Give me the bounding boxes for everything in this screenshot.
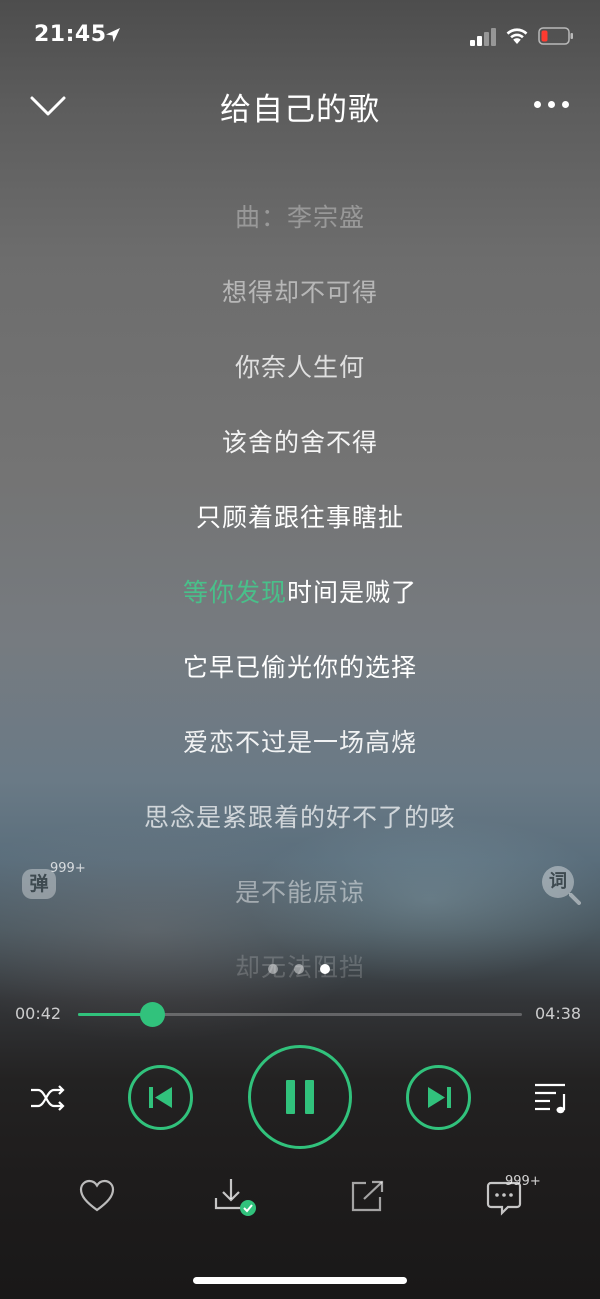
lyric-line: 只顾着跟往事瞎扯 [195, 503, 404, 532]
skip-next-icon [428, 1087, 451, 1108]
playlist-icon[interactable] [532, 1080, 572, 1116]
magnifier-handle-icon [569, 893, 581, 905]
song-title: 给自己的歌 [220, 92, 380, 128]
previous-button[interactable] [128, 1065, 193, 1130]
lyric-line: 想得却不可得 [221, 278, 378, 307]
wifi-icon [506, 28, 528, 44]
lyric-line: 思念是紧跟着的好不了的咳 [143, 803, 456, 832]
home-indicator[interactable] [193, 1277, 407, 1284]
danmu-button[interactable]: 弹 999+ [22, 861, 86, 905]
page-indicator[interactable] [268, 964, 334, 976]
share-icon[interactable] [350, 1179, 386, 1213]
lyric-line: 你奈人生何 [234, 353, 365, 382]
cellular-signal-icon [470, 28, 496, 46]
comment-count-badge: 999+ [505, 1174, 541, 1189]
danmu-count-badge: 999+ [50, 861, 86, 876]
lyric-line: 该舍的舍不得 [221, 428, 378, 457]
shuffle-icon[interactable] [28, 1082, 68, 1114]
download-done-icon[interactable] [212, 1176, 260, 1218]
pause-icon [286, 1080, 314, 1114]
lyric-line: 是不能原谅 [234, 878, 365, 907]
total-time: 04:38 [535, 1004, 582, 1023]
pause-button[interactable] [248, 1045, 352, 1149]
skip-previous-icon [149, 1087, 172, 1108]
current-lyric-rest: 时间是贼了 [287, 578, 418, 607]
comment-button[interactable]: 999+ [485, 1172, 545, 1218]
chevron-down-icon[interactable] [28, 88, 68, 122]
lyric-line: 它早已偷光你的选择 [182, 653, 417, 682]
lyric-search-button[interactable]: 词 [542, 866, 582, 905]
current-lyric-line: 等你发现时间是贼了 [0, 573, 600, 609]
current-lyric-sung: 等你发现 [182, 578, 287, 607]
progress-knob[interactable] [140, 1002, 166, 1027]
heart-icon[interactable] [78, 1178, 116, 1214]
lyric-line: 爱恋不过是一场高烧 [182, 728, 417, 757]
status-time: 21:45 [34, 22, 107, 47]
battery-low-icon [538, 27, 573, 45]
more-dots-icon[interactable] [530, 96, 574, 116]
progress-slider[interactable] [78, 1002, 522, 1027]
lyric-line: 曲：李宗盛 [234, 203, 365, 232]
location-arrow-icon [106, 28, 120, 42]
current-time: 00:42 [15, 1004, 62, 1023]
next-button[interactable] [406, 1065, 471, 1130]
